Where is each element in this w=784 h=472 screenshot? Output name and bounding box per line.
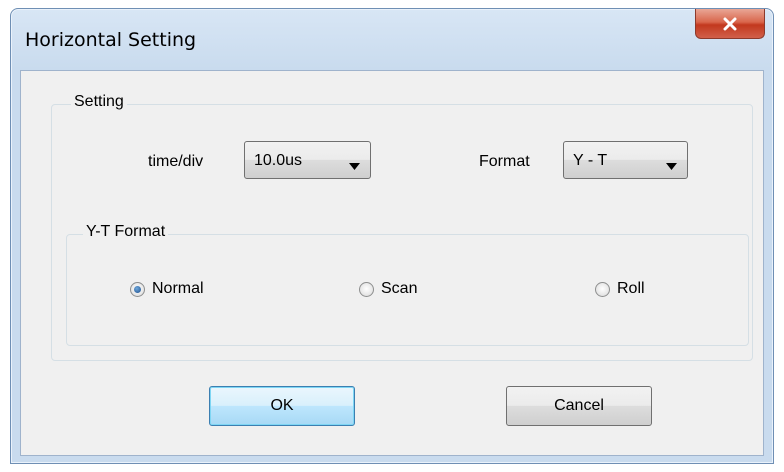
radio-unchecked-icon[interactable] [359,281,374,297]
cancel-button-label: Cancel [554,397,604,414]
chevron-down-icon [349,157,360,175]
close-x-icon [723,17,737,31]
radio-unchecked-icon[interactable] [595,281,610,297]
ok-button-label: OK [270,397,294,414]
radio-roll-label: Roll [617,280,645,297]
format-select[interactable]: Y - T [563,141,688,179]
radio-normal-label: Normal [152,280,204,297]
setting-group-legend: Setting [71,93,127,111]
window-title: Horizontal Setting [25,29,197,51]
title-bar[interactable]: Horizontal Setting [11,9,773,71]
time-div-value: 10.0us [254,152,303,169]
dialog-client-area: Setting time/div 10.0us Format Y - T Y-T… [20,70,764,456]
time-div-label: time/div [148,153,204,170]
format-value: Y - T [573,152,608,169]
radio-scan-label: Scan [381,280,418,297]
radio-scan[interactable]: Scan [359,280,417,298]
time-div-select[interactable]: 10.0us [244,141,371,179]
radio-normal[interactable]: Normal [130,280,204,298]
ok-button[interactable]: OK [209,386,355,426]
yt-format-group-legend: Y-T Format [83,223,169,241]
format-label: Format [479,153,530,170]
dialog-window: Horizontal Setting Setting time/div 10.0… [10,8,774,464]
radio-checked-icon[interactable] [130,281,145,297]
close-button[interactable] [695,9,765,39]
radio-roll[interactable]: Roll [595,280,645,298]
cancel-button[interactable]: Cancel [506,386,652,426]
chevron-down-icon [666,157,677,175]
